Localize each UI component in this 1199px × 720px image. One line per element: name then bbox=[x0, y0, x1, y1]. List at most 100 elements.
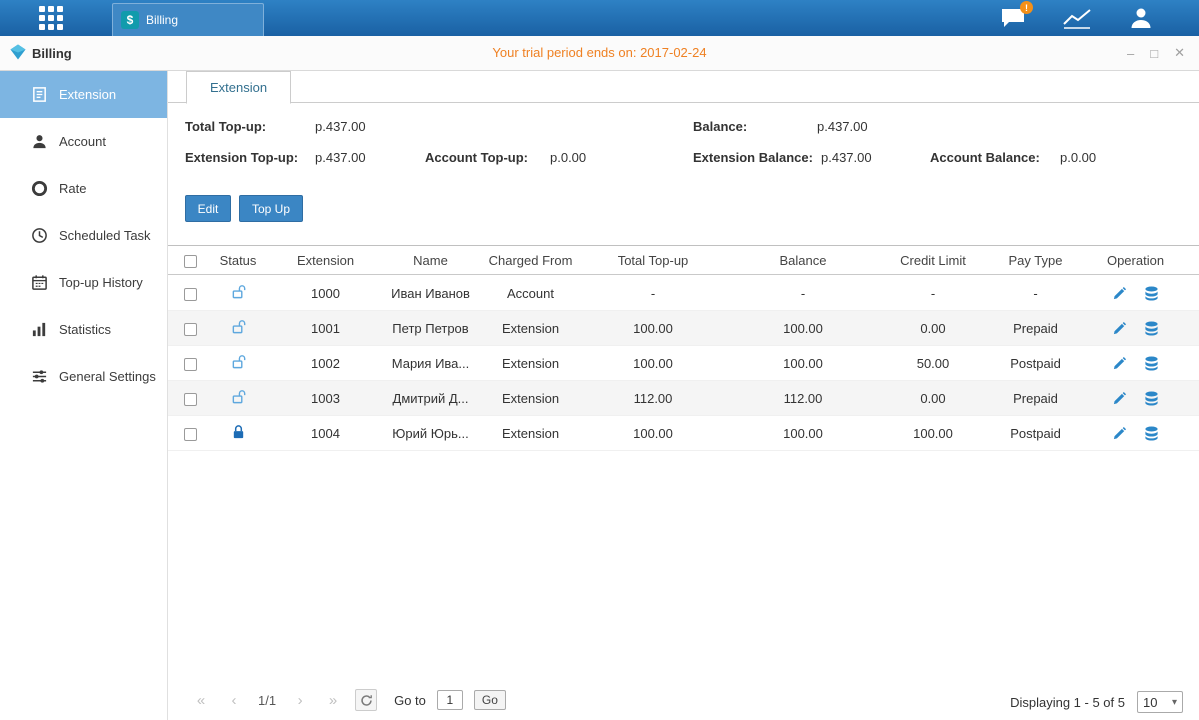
status-lock-icon bbox=[231, 288, 246, 303]
billing-app-tab-label: Billing bbox=[146, 13, 178, 27]
sidebar-item-label: Statistics bbox=[59, 322, 111, 337]
account-topup-value: p.0.00 bbox=[550, 150, 586, 165]
balance-label: Balance: bbox=[693, 119, 747, 134]
refresh-icon[interactable] bbox=[355, 689, 377, 711]
topup-coins-icon[interactable] bbox=[1143, 426, 1160, 441]
table-row: 1002 Мария Ива... Extension 100.00 100.0… bbox=[168, 346, 1199, 381]
cell-pay-type: Postpaid bbox=[983, 426, 1088, 441]
row-checkbox[interactable] bbox=[184, 323, 197, 336]
topup-coins-icon[interactable] bbox=[1143, 391, 1160, 406]
chart-icon[interactable] bbox=[1063, 5, 1091, 31]
cell-extension: 1004 bbox=[268, 426, 383, 441]
cell-charged-from: Extension bbox=[478, 391, 583, 406]
edit-icon[interactable] bbox=[1112, 286, 1127, 301]
page-indicator: 1/1 bbox=[258, 693, 276, 708]
page-size-select[interactable]: 10 ▾ bbox=[1137, 691, 1183, 713]
tab-strip: Extension bbox=[168, 71, 1199, 103]
sidebar-item-topup-history[interactable]: Top-up History bbox=[0, 259, 167, 306]
topup-coins-icon[interactable] bbox=[1143, 286, 1160, 301]
dollar-icon: $ bbox=[121, 11, 139, 29]
cell-charged-from: Extension bbox=[478, 356, 583, 371]
minimize-icon[interactable]: – bbox=[1127, 46, 1134, 61]
prev-page-icon[interactable]: ‹ bbox=[223, 689, 245, 711]
header-balance: Balance bbox=[723, 253, 883, 268]
header-pay-type: Pay Type bbox=[983, 253, 1088, 268]
cell-extension: 1001 bbox=[268, 321, 383, 336]
cell-pay-type: Prepaid bbox=[983, 321, 1088, 336]
header-operation: Operation bbox=[1088, 253, 1183, 268]
status-lock-icon bbox=[231, 358, 246, 373]
sidebar-item-rate[interactable]: Rate bbox=[0, 165, 167, 212]
next-page-icon[interactable]: › bbox=[289, 689, 311, 711]
displaying-text: Displaying 1 - 5 of 5 bbox=[1010, 695, 1125, 710]
balance-value: p.437.00 bbox=[817, 119, 868, 134]
cell-balance: 112.00 bbox=[723, 391, 883, 406]
goto-page-input[interactable] bbox=[437, 690, 463, 710]
sidebar-item-extension[interactable]: Extension bbox=[0, 71, 167, 118]
edit-icon[interactable] bbox=[1112, 391, 1127, 406]
maximize-icon[interactable]: □ bbox=[1150, 46, 1158, 61]
sidebar-item-account[interactable]: Account bbox=[0, 118, 167, 165]
window-titlebar: Billing Your trial period ends on: 2017-… bbox=[0, 36, 1199, 71]
last-page-icon[interactable]: » bbox=[322, 689, 344, 711]
topup-history-icon bbox=[30, 274, 48, 292]
account-balance-value: p.0.00 bbox=[1060, 150, 1096, 165]
go-button[interactable]: Go bbox=[474, 690, 506, 710]
edit-icon[interactable] bbox=[1112, 356, 1127, 371]
sidebar-item-general-settings[interactable]: General Settings bbox=[0, 353, 167, 400]
edit-icon[interactable] bbox=[1112, 426, 1127, 441]
status-lock-icon bbox=[231, 323, 246, 338]
goto-label: Go to bbox=[394, 693, 426, 708]
first-page-icon[interactable]: « bbox=[190, 689, 212, 711]
user-icon[interactable] bbox=[1127, 5, 1155, 31]
select-all-checkbox[interactable] bbox=[184, 255, 197, 268]
close-icon[interactable]: ✕ bbox=[1174, 45, 1185, 61]
statistics-icon bbox=[30, 321, 48, 339]
topup-coins-icon[interactable] bbox=[1143, 356, 1160, 371]
cell-charged-from: Account bbox=[478, 286, 583, 301]
cell-name: Юрий Юрь... bbox=[383, 426, 478, 441]
topbar-right-icons: ! bbox=[999, 0, 1155, 36]
table-body: 1000 Иван Иванов Account - - - - 1001 Пе… bbox=[168, 276, 1199, 451]
cell-balance: 100.00 bbox=[723, 321, 883, 336]
topup-coins-icon[interactable] bbox=[1143, 321, 1160, 336]
tab-extension[interactable]: Extension bbox=[186, 71, 291, 104]
extension-topup-value: p.437.00 bbox=[315, 150, 366, 165]
edit-button[interactable]: Edit bbox=[185, 195, 231, 222]
sidebar-item-label: Extension bbox=[59, 87, 116, 102]
row-checkbox[interactable] bbox=[184, 428, 197, 441]
header-total-topup: Total Top-up bbox=[583, 253, 723, 268]
edit-icon[interactable] bbox=[1112, 321, 1127, 336]
status-lock-icon bbox=[231, 393, 246, 408]
row-checkbox[interactable] bbox=[184, 393, 197, 406]
extension-balance-value: p.437.00 bbox=[821, 150, 872, 165]
cell-balance: 100.00 bbox=[723, 356, 883, 371]
cell-credit-limit: 50.00 bbox=[883, 356, 983, 371]
account-topup-label: Account Top-up: bbox=[425, 150, 528, 165]
table-header: Status Extension Name Charged From Total… bbox=[168, 245, 1199, 275]
cell-credit-limit: 0.00 bbox=[883, 391, 983, 406]
messages-icon[interactable]: ! bbox=[999, 5, 1027, 31]
header-extension: Extension bbox=[268, 253, 383, 268]
cell-pay-type: Prepaid bbox=[983, 391, 1088, 406]
sidebar-item-label: Scheduled Task bbox=[59, 228, 151, 243]
header-credit-limit: Credit Limit bbox=[883, 253, 983, 268]
row-checkbox[interactable] bbox=[184, 358, 197, 371]
top-up-button[interactable]: Top Up bbox=[239, 195, 303, 222]
account-balance-label: Account Balance: bbox=[930, 150, 1040, 165]
sidebar-item-label: Top-up History bbox=[59, 275, 143, 290]
app-grid-icon[interactable] bbox=[38, 5, 66, 31]
rate-icon bbox=[30, 180, 48, 198]
cell-total-topup: 112.00 bbox=[583, 391, 723, 406]
main-content: Extension Total Top-up: p.437.00 Balance… bbox=[168, 71, 1199, 720]
sidebar-item-label: Account bbox=[59, 134, 106, 149]
cell-total-topup: 100.00 bbox=[583, 356, 723, 371]
sidebar-item-scheduled-task[interactable]: Scheduled Task bbox=[0, 212, 167, 259]
billing-app-tab[interactable]: $ Billing bbox=[112, 3, 264, 36]
sidebar-item-label: Rate bbox=[59, 181, 86, 196]
account-icon bbox=[30, 133, 48, 151]
sidebar-item-statistics[interactable]: Statistics bbox=[0, 306, 167, 353]
general-settings-icon bbox=[30, 368, 48, 386]
cell-name: Мария Ива... bbox=[383, 356, 478, 371]
row-checkbox[interactable] bbox=[184, 288, 197, 301]
